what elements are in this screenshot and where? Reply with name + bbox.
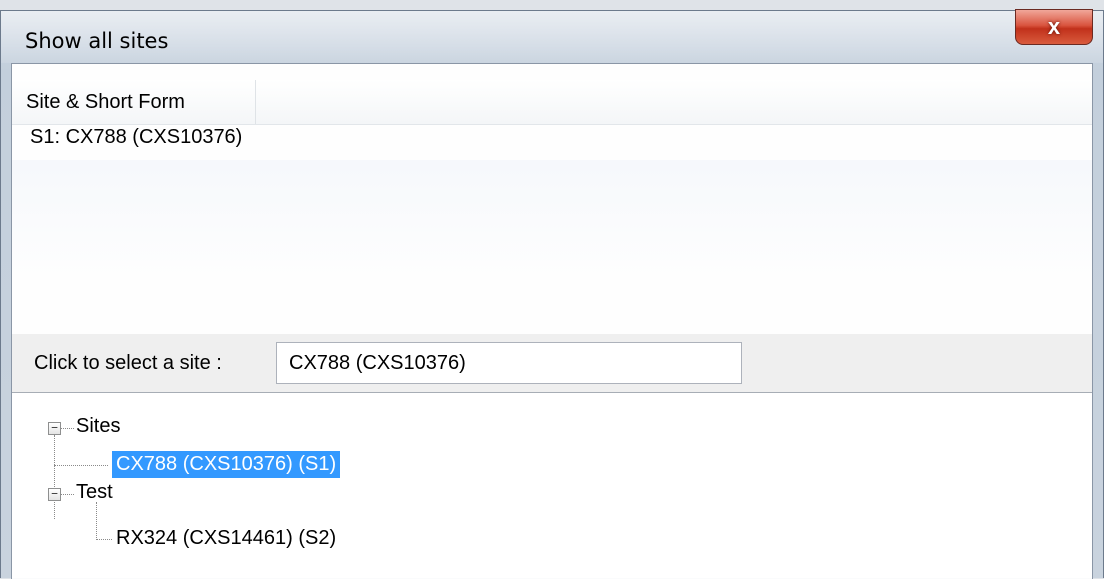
- selected-site-field[interactable]: CX788 (CXS10376): [276, 342, 742, 384]
- site-selector-bar: Click to select a site : CX788 (CXS10376…: [12, 334, 1092, 393]
- site-tree[interactable]: − Sites CX788 (CXS10376) (S1) − Test RX3…: [12, 393, 1092, 579]
- close-icon: x: [1047, 14, 1061, 39]
- tree-node-sites[interactable]: Sites: [76, 415, 120, 438]
- select-site-label: Click to select a site :: [34, 352, 222, 374]
- tree-connector: [96, 502, 97, 540]
- tree-node-test[interactable]: Test: [76, 481, 113, 504]
- dialog-client-area: Site & Short Form S1: CX788 (CXS10376) C…: [11, 63, 1093, 579]
- list-item[interactable]: S1: CX788 (CXS10376): [30, 126, 242, 149]
- show-all-sites-dialog: Show all sites x Site & Short Form S1: C…: [0, 9, 1104, 579]
- tree-connector: [54, 435, 55, 519]
- tree-connector: [60, 494, 74, 495]
- column-header-site-short-form[interactable]: Site & Short Form: [12, 80, 256, 124]
- tree-connector: [96, 539, 112, 540]
- title-bar[interactable]: Show all sites x: [1, 9, 1103, 63]
- collapse-test-icon[interactable]: −: [48, 488, 61, 501]
- site-list[interactable]: Site & Short Form S1: CX788 (CXS10376): [12, 64, 1092, 335]
- tree-node-cx788[interactable]: CX788 (CXS10376) (S1): [112, 451, 341, 478]
- collapse-sites-icon[interactable]: −: [48, 422, 61, 435]
- close-button[interactable]: x: [1015, 9, 1093, 45]
- list-row-background: [12, 160, 1092, 280]
- tree-connector: [60, 428, 74, 429]
- site-list-header: Site & Short Form: [12, 80, 1092, 125]
- window-title: Show all sites: [25, 29, 169, 53]
- tree-node-rx324[interactable]: RX324 (CXS14461) (S2): [116, 527, 336, 550]
- tree-connector: [54, 465, 108, 466]
